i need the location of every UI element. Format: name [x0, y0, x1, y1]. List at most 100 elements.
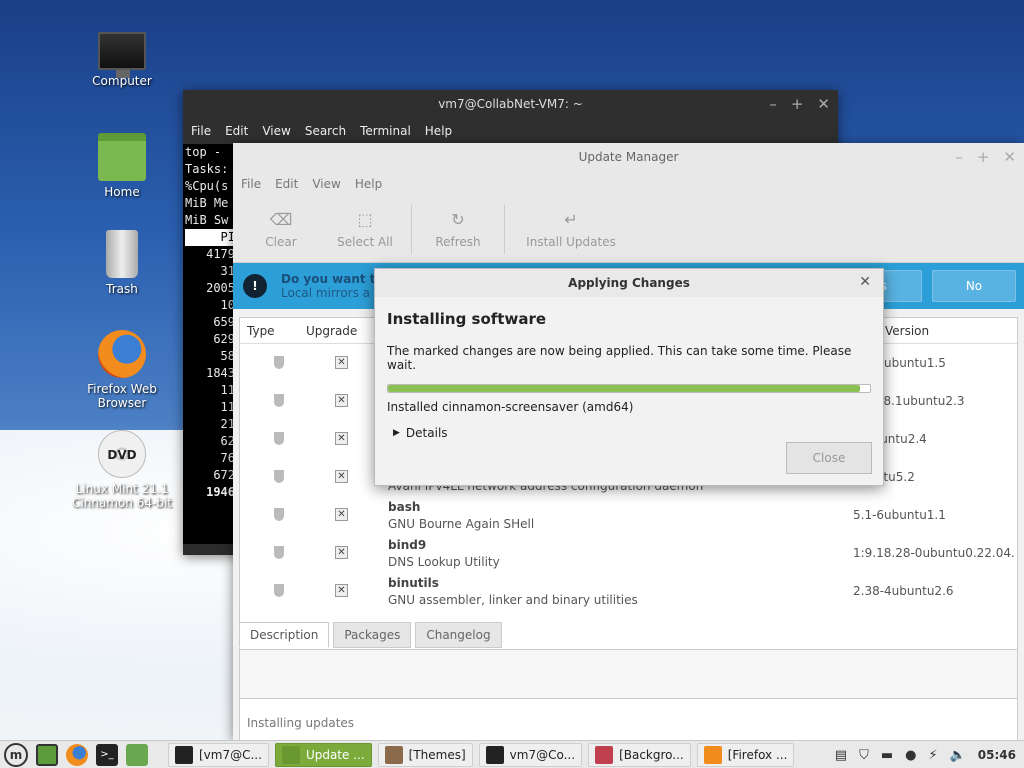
window-list-label: [vm7@C... — [199, 747, 262, 762]
terminal-titlebar[interactable]: vm7@CollabNet-VM7: ~ – + ✕ — [183, 90, 838, 118]
close-icon[interactable]: ✕ — [859, 274, 871, 290]
maximize-icon[interactable]: + — [791, 95, 804, 113]
firefox-task-icon — [703, 745, 722, 764]
desktop-icon-computer[interactable]: Computer — [67, 28, 177, 88]
terminal-line: 11 — [220, 383, 235, 397]
menu-terminal[interactable]: Terminal — [360, 124, 411, 138]
terminal-line: 76 — [220, 451, 235, 465]
terminal-line: 10 — [220, 298, 235, 312]
package-row[interactable]: ✕ bash GNU Bourne Again SHell 5.1-6ubuntu1.… — [240, 496, 1017, 534]
home-folder-icon — [98, 133, 146, 181]
window-list-item[interactable]: [Backgro... — [588, 742, 691, 767]
package-row[interactable]: ✕ bind9 DNS Lookup Utility 1:9.18.28-0ubunt… — [240, 534, 1017, 572]
firefox-launcher-icon[interactable] — [66, 743, 88, 766]
details-expander[interactable]: ▶ Details — [393, 426, 865, 440]
refresh-button[interactable]: ↻ Refresh — [416, 201, 500, 258]
menu-edit[interactable]: Edit — [275, 177, 298, 191]
user-icon[interactable]: ● — [905, 748, 916, 763]
update-manager-titlebar[interactable]: Update Manager – + ✕ — [233, 143, 1024, 171]
package-description: GNU assembler, linker and binary utiliti… — [388, 593, 638, 607]
window-list-label: [Themes] — [408, 747, 466, 762]
package-description: GNU Bourne Again SHell — [388, 517, 535, 531]
upgrade-checkbox[interactable]: ✕ — [335, 394, 348, 407]
window-list-item[interactable]: Update ... — [274, 742, 372, 767]
terminal-line: 4179 — [206, 247, 235, 261]
backgrounds-task-icon — [595, 745, 614, 764]
clock[interactable]: 05:46 — [978, 748, 1016, 762]
select-all-button[interactable]: ⬚ Select All — [323, 201, 407, 258]
dialog-heading: Installing software — [387, 310, 547, 328]
menu-file[interactable]: File — [241, 177, 261, 191]
tab-packages[interactable]: Packages — [333, 622, 412, 648]
close-icon[interactable]: ✕ — [1003, 148, 1016, 166]
package-name: bind9 — [388, 538, 427, 552]
clear-label: Clear — [265, 235, 297, 249]
clipboard-icon[interactable]: ▤ — [835, 748, 847, 763]
keyboard-icon[interactable]: ▬ — [881, 748, 893, 763]
upgrade-checkbox[interactable]: ✕ — [335, 508, 348, 521]
refresh-icon: ↻ — [451, 210, 465, 229]
terminal-line: 11 — [220, 400, 235, 414]
menu-file[interactable]: File — [191, 124, 211, 138]
menu-help[interactable]: Help — [425, 124, 452, 138]
volume-icon[interactable]: 🔈 — [950, 748, 966, 763]
upgrade-checkbox[interactable]: ✕ — [335, 432, 348, 445]
upgrade-checkbox[interactable]: ✕ — [335, 470, 348, 483]
clear-button[interactable]: ⌫ Clear — [239, 201, 323, 258]
menu-view[interactable]: View — [262, 124, 290, 138]
column-version[interactable]: Version — [885, 324, 929, 338]
progress-fill — [388, 385, 861, 392]
maximize-icon[interactable]: + — [977, 148, 990, 166]
dialog-titlebar[interactable]: Applying Changes ✕ — [375, 269, 883, 297]
security-shield-icon — [274, 508, 284, 521]
column-upgrade[interactable]: Upgrade — [306, 324, 357, 338]
desktop-icon-trash[interactable]: Trash — [67, 230, 177, 296]
no-button[interactable]: No — [932, 270, 1016, 302]
minimize-icon[interactable]: – — [955, 148, 963, 166]
network-icon[interactable]: ⚡ — [928, 748, 937, 763]
terminal-launcher-icon[interactable]: >_ — [96, 743, 118, 766]
tab-changelog[interactable]: Changelog — [415, 622, 502, 648]
tab-description[interactable]: Description — [239, 622, 330, 648]
upgrade-checkbox[interactable]: ✕ — [335, 356, 348, 369]
window-list-item[interactable]: [vm7@C... — [168, 742, 269, 767]
shield-icon[interactable]: ⛉ — [859, 748, 869, 763]
terminal-line: 1946 — [206, 485, 235, 499]
security-shield-icon — [274, 584, 284, 597]
column-type[interactable]: Type — [247, 324, 275, 338]
upgrade-checkbox[interactable]: ✕ — [335, 584, 348, 597]
window-list-item[interactable]: vm7@Co... — [478, 742, 583, 767]
refresh-label: Refresh — [435, 235, 481, 249]
select-all-label: Select All — [337, 235, 393, 249]
desktop-icon-home[interactable]: Home — [67, 133, 177, 199]
install-updates-button[interactable]: ↵ Install Updates — [509, 201, 633, 258]
info-subtitle: Local mirrors a — [281, 286, 371, 300]
window-list-item[interactable]: [Firefox ... — [696, 742, 795, 767]
update-manager-menubar: File Edit View Help — [233, 171, 1024, 197]
dialog-message: The marked changes are now being applied… — [387, 344, 852, 372]
show-desktop-icon[interactable] — [36, 743, 58, 766]
close-button[interactable]: Close — [786, 442, 872, 474]
menu-edit[interactable]: Edit — [225, 124, 248, 138]
upgrade-checkbox[interactable]: ✕ — [335, 546, 348, 559]
terminal-line: PI — [185, 229, 235, 246]
terminal-line: 62 — [220, 434, 235, 448]
minimize-icon[interactable]: – — [769, 95, 777, 113]
window-list-item[interactable]: [Themes] — [377, 742, 473, 767]
close-icon[interactable]: ✕ — [817, 95, 830, 113]
files-launcher-icon[interactable] — [126, 743, 148, 766]
system-tray: ▤ ⛉ ▬ ● ⚡ 🔈 05:46 — [835, 741, 1016, 768]
menu-view[interactable]: View — [312, 177, 340, 191]
computer-icon — [98, 32, 146, 78]
security-shield-icon — [274, 546, 284, 559]
desktop-icon-firefox[interactable]: Firefox Web Browser — [67, 330, 177, 410]
desktop-icon-label: Linux Mint 21.1 Cinnamon 64-bit — [72, 482, 172, 510]
menu-help[interactable]: Help — [355, 177, 382, 191]
desktop-icon-dvd[interactable]: DVD Linux Mint 21.1 Cinnamon 64-bit — [67, 430, 177, 510]
applying-changes-dialog[interactable]: Applying Changes ✕ Installing software T… — [374, 268, 884, 486]
mint-menu-icon[interactable]: m — [4, 742, 28, 767]
menu-search[interactable]: Search — [305, 124, 346, 138]
status-text: Installing updates — [247, 716, 355, 730]
package-row[interactable]: ✕ binutils GNU assembler, linker and binar… — [240, 572, 1017, 610]
terminal-line: 659 — [213, 315, 235, 329]
